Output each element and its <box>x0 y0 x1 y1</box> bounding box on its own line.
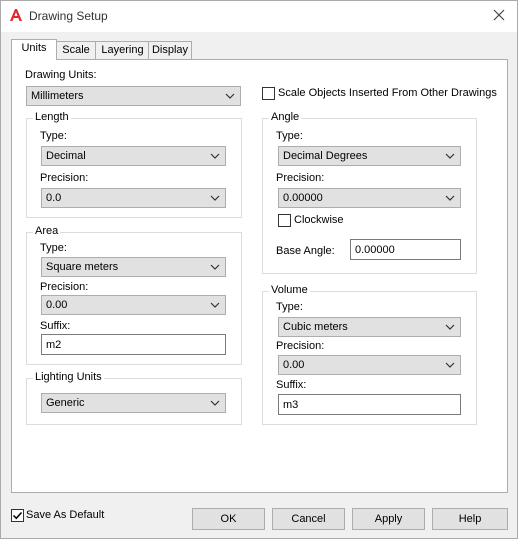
autocad-a-icon <box>10 9 22 21</box>
units-tab-panel: Drawing Units: Millimeters Scale Objects… <box>11 59 508 493</box>
drawing-units-value: Millimeters <box>31 90 84 102</box>
lighting-units-group: Lighting Units Generic <box>26 371 242 425</box>
save-as-default-checkbox[interactable] <box>11 509 24 522</box>
angle-precision-select[interactable]: 0.00000 <box>278 188 461 208</box>
angle-type-select[interactable]: Decimal Degrees <box>278 146 461 166</box>
length-type-label: Type: <box>40 130 67 142</box>
ok-button[interactable]: OK <box>192 508 265 530</box>
angle-precision-value: 0.00000 <box>283 192 323 204</box>
base-angle-field[interactable] <box>350 239 461 260</box>
chevron-down-icon <box>445 324 455 330</box>
volume-type-value: Cubic meters <box>283 321 348 333</box>
chevron-down-icon <box>225 93 235 99</box>
chevron-down-icon <box>210 302 220 308</box>
volume-group-title: Volume <box>269 284 310 296</box>
area-suffix-input[interactable] <box>42 335 225 354</box>
length-precision-label: Precision: <box>40 172 89 184</box>
volume-type-label: Type: <box>276 301 303 313</box>
base-angle-input[interactable] <box>351 240 460 259</box>
apply-button[interactable]: Apply <box>352 508 425 530</box>
close-icon[interactable] <box>491 7 507 23</box>
lighting-units-value: Generic <box>46 397 85 409</box>
volume-group: Volume Type: Cubic meters Precision: 0.0… <box>262 284 477 425</box>
area-type-select[interactable]: Square meters <box>41 257 226 277</box>
title-bar: Drawing Setup <box>1 1 517 32</box>
area-suffix-field[interactable] <box>41 334 226 355</box>
tab-scale[interactable]: Scale <box>55 41 97 59</box>
chevron-down-icon <box>445 195 455 201</box>
volume-suffix-input[interactable] <box>279 395 460 414</box>
volume-precision-value: 0.00 <box>283 359 305 371</box>
angle-type-label: Type: <box>276 130 303 142</box>
tab-label: Units <box>21 42 47 54</box>
volume-precision-select[interactable]: 0.00 <box>278 355 461 375</box>
angle-group-title: Angle <box>269 111 302 123</box>
drawing-units-select[interactable]: Millimeters <box>26 86 241 106</box>
chevron-down-icon <box>210 264 220 270</box>
drawing-setup-dialog: Drawing Setup Units Scale Layering Displ… <box>0 0 518 539</box>
chevron-down-icon <box>445 362 455 368</box>
area-precision-label: Precision: <box>40 281 89 293</box>
length-group-title: Length <box>33 111 71 123</box>
volume-type-select[interactable]: Cubic meters <box>278 317 461 337</box>
save-as-default-label: Save As Default <box>26 509 105 521</box>
length-precision-select[interactable]: 0.0 <box>41 188 226 208</box>
cancel-button[interactable]: Cancel <box>272 508 345 530</box>
scale-objects-checkbox[interactable] <box>262 87 275 100</box>
chevron-down-icon <box>445 153 455 159</box>
tab-label: Display <box>151 44 189 56</box>
clockwise-label: Clockwise <box>294 214 344 226</box>
volume-suffix-label: Suffix: <box>276 379 307 391</box>
area-type-value: Square meters <box>46 261 119 273</box>
area-group: Area Type: Square meters Precision: 0.00… <box>26 225 242 365</box>
chevron-down-icon <box>210 400 220 406</box>
chevron-down-icon <box>210 195 220 201</box>
lighting-units-title: Lighting Units <box>33 371 104 383</box>
length-group: Length Type: Decimal Precision: 0.0 <box>26 111 242 218</box>
window-title: Drawing Setup <box>29 9 108 23</box>
area-group-title: Area <box>33 225 61 237</box>
angle-group: Angle Type: Decimal Degrees Precision: 0… <box>262 111 477 274</box>
help-button[interactable]: Help <box>432 508 508 530</box>
angle-type-value: Decimal Degrees <box>283 150 368 162</box>
tab-label: Scale <box>62 44 90 56</box>
scale-objects-label: Scale Objects Inserted From Other Drawin… <box>278 87 497 99</box>
tab-layering[interactable]: Layering <box>95 41 150 59</box>
checkmark-icon <box>12 511 23 520</box>
area-type-label: Type: <box>40 242 67 254</box>
lighting-units-select[interactable]: Generic <box>41 393 226 413</box>
length-type-value: Decimal <box>46 150 86 162</box>
chevron-down-icon <box>210 153 220 159</box>
clockwise-checkbox[interactable] <box>278 214 291 227</box>
drawing-units-label: Drawing Units: <box>25 69 97 81</box>
base-angle-label: Base Angle: <box>276 245 335 257</box>
angle-precision-label: Precision: <box>276 172 325 184</box>
tab-label: Layering <box>101 44 144 56</box>
volume-suffix-field[interactable] <box>278 394 461 415</box>
length-type-select[interactable]: Decimal <box>41 146 226 166</box>
tab-units[interactable]: Units <box>11 39 57 60</box>
length-precision-value: 0.0 <box>46 192 62 204</box>
volume-precision-label: Precision: <box>276 340 325 352</box>
area-precision-select[interactable]: 0.00 <box>41 295 226 315</box>
area-suffix-label: Suffix: <box>40 320 71 332</box>
tab-display[interactable]: Display <box>148 41 192 59</box>
area-precision-value: 0.00 <box>46 299 68 311</box>
